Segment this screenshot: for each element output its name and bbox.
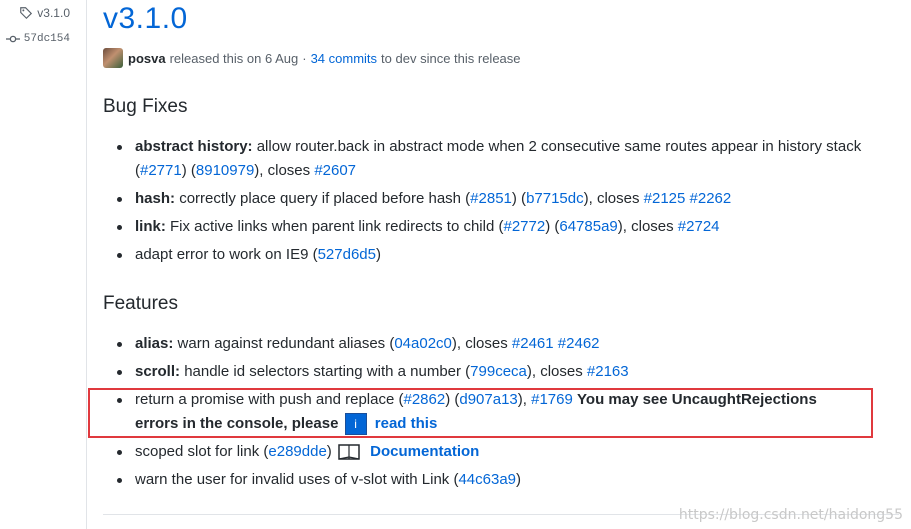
item-text: warn against redundant aliases (	[177, 335, 395, 352]
commit-ref-link[interactable]: 64785a9	[559, 218, 617, 235]
highlight-annotation-box	[88, 388, 873, 438]
closes-text: ), closes	[583, 190, 644, 207]
commit-ref-link[interactable]: 799ceca	[470, 363, 527, 380]
issue-link[interactable]: #2125	[644, 190, 686, 207]
commit-ref-link[interactable]: b7715dc	[526, 190, 584, 207]
release-title-link[interactable]: v3.1.0	[103, 2, 188, 36]
closes-text: ), closes	[617, 218, 678, 235]
item-text: adapt error to work on IE9 (	[135, 246, 318, 263]
item-text: scoped slot for link (	[135, 443, 269, 460]
item-text: handle id selectors starting with a numb…	[184, 363, 471, 380]
list-item: alias: warn against redundant aliases (0…	[103, 332, 863, 356]
item-label: alias:	[135, 335, 174, 352]
commit-ref-link[interactable]: 44c63a9	[458, 471, 516, 488]
features-heading: Features	[103, 293, 178, 314]
release-meta: posva released this on 6 Aug · 34 commit…	[103, 48, 521, 68]
closes-text: ), closes	[526, 363, 587, 380]
meta-separator: ·	[302, 50, 307, 66]
released-text: released this on 6 Aug	[169, 50, 299, 66]
punct: )	[376, 246, 381, 263]
avatar[interactable]	[103, 48, 123, 68]
author-link[interactable]: posva	[128, 51, 166, 66]
list-item: scoped slot for link (e289dde) Documenta…	[103, 440, 863, 464]
closes-text: ), closes	[451, 335, 512, 352]
punct: )	[516, 471, 522, 488]
pr-link[interactable]: #2851	[470, 190, 512, 207]
item-text: Fix active links when parent link redire…	[170, 218, 504, 235]
commit-ref-link[interactable]: 04a02c0	[394, 335, 452, 352]
item-label: hash:	[135, 190, 176, 207]
list-item: warn the user for invalid uses of v-slot…	[103, 468, 863, 492]
issue-link[interactable]: #2163	[587, 363, 629, 380]
punct: ) (	[181, 162, 196, 179]
issue-link[interactable]: #2724	[678, 218, 720, 235]
closes-text: ), closes	[254, 162, 315, 179]
item-text: correctly place query if placed before h…	[179, 190, 471, 207]
watermark-text: https://blog.csdn.net/haidong55	[678, 507, 903, 523]
bug-fixes-heading: Bug Fixes	[103, 96, 188, 117]
issue-link[interactable]: #2462	[558, 335, 600, 352]
list-item: scroll: handle id selectors starting wit…	[103, 360, 863, 384]
bug-fixes-list: abstract history: allow router.back in a…	[103, 135, 863, 271]
punct: ) (	[511, 190, 527, 207]
commit-hash: 57dc154	[23, 33, 70, 45]
pr-link[interactable]: #2772	[503, 218, 545, 235]
list-item: abstract history: allow router.back in a…	[103, 135, 863, 183]
commit-ref-link[interactable]: 8910979	[196, 162, 254, 179]
item-label: scroll:	[135, 363, 181, 380]
issue-link[interactable]: #2262	[690, 190, 732, 207]
list-item: adapt error to work on IE9 (527d6d5)	[103, 243, 863, 267]
release-sidebar: v3.1.0 57dc154	[0, 0, 87, 529]
issue-link[interactable]: #2607	[314, 162, 356, 179]
item-text: warn the user for invalid uses of v-slot…	[135, 471, 459, 488]
git-commit-icon	[5, 35, 20, 43]
commits-suffix: to dev since this release	[381, 50, 521, 66]
tag-link[interactable]: v3.1.0	[0, 6, 86, 20]
list-item: hash: correctly place query if placed be…	[103, 187, 863, 211]
commit-ref-link[interactable]: 527d6d5	[318, 246, 376, 263]
commit-link[interactable]: 57dc154	[0, 32, 86, 46]
issue-link[interactable]: #2461	[512, 335, 554, 352]
list-item: link: Fix active links when parent link …	[103, 215, 863, 239]
item-label: link:	[135, 218, 166, 235]
punct: )	[326, 443, 332, 460]
pr-link[interactable]: #2771	[140, 162, 182, 179]
commit-ref-link[interactable]: e289dde	[268, 443, 326, 460]
item-label: abstract history:	[135, 138, 253, 155]
tag-label: v3.1.0	[37, 6, 70, 20]
documentation-link[interactable]: Documentation	[370, 443, 479, 460]
book-icon	[338, 444, 360, 460]
commits-link[interactable]: 34 commits	[311, 51, 377, 66]
tag-icon	[20, 7, 33, 20]
punct: ) (	[545, 218, 560, 235]
